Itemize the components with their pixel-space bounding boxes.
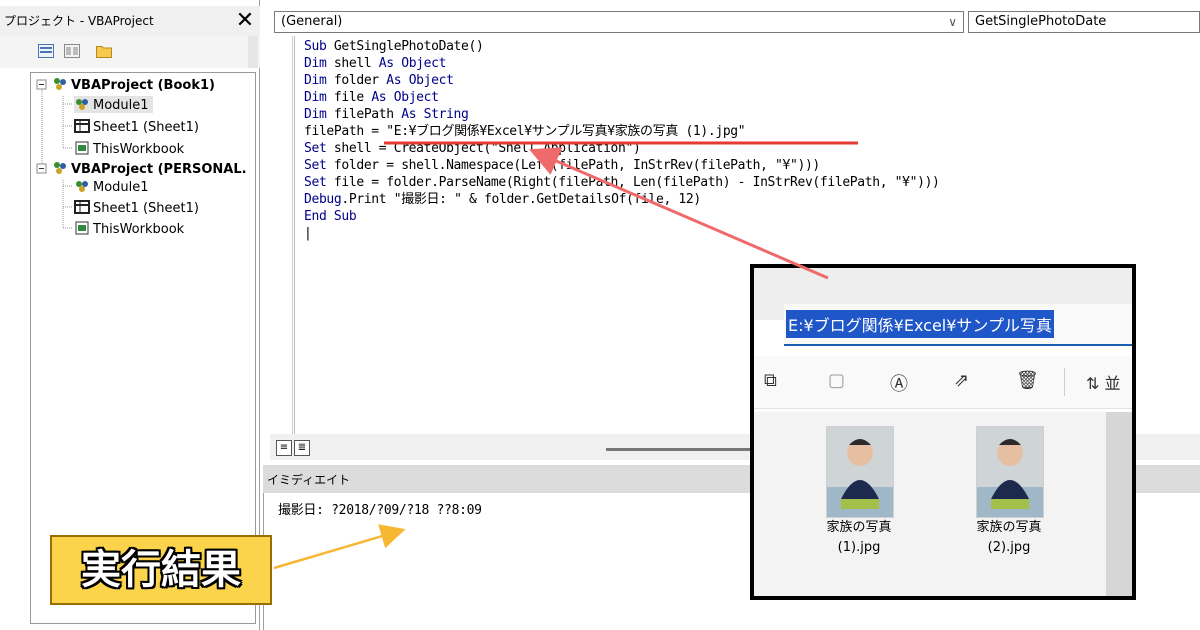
vbaproject-icon [54,78,66,90]
explorer-toolbar: ⧉ ▢ Ⓐ ⇗ 🗑 ⇅ 並 [754,356,1132,409]
vbe-window: プロジェクト - VBAProject ✕ VBAProject (Book1)… [0,0,1200,630]
photo-thumbnail-1[interactable] [826,426,894,518]
sheet-icon [74,200,90,214]
immediate-output: 撮影日: ?2018/?09/?18 ??8:09 [278,503,482,518]
sort-label: 並 [1104,374,1121,393]
explorer-file-grid: 家族の写真 (1).jpg 家族の写真 (2).jpg [754,412,1132,596]
tree-node-module1-book1[interactable]: Module1 [74,96,153,113]
code-window-header: (General) ∨ GetSinglePhotoDate [270,11,1200,33]
copy-icon[interactable]: ⧉ [764,370,777,391]
tree-node-label: Module1 [93,180,149,195]
text-cursor: | [304,226,312,241]
procedure-combobox-value: GetSinglePhotoDate [975,14,1107,29]
tree-node-vbaproject-book1[interactable]: VBAProject (Book1) [52,76,215,93]
photo-name-2[interactable]: 家族の写真 (2).jpg [954,518,1064,558]
tree-node-label: VBAProject (PERSONAL. [71,162,247,177]
address-path: E:¥ブログ関係¥Excel¥サンプル写真 [786,310,1054,338]
code-line[interactable]: Set shell = CreateObject("Shell.Applicat… [304,140,641,157]
next-item-edge [1106,412,1132,596]
immediate-window-title: イミディエイト [267,473,351,487]
code-line[interactable]: Dim folder As Object [304,72,454,89]
code-line[interactable]: Debug.Print "撮影日: " & folder.GetDetailsO… [304,191,701,208]
tree-node-label: Sheet1 (Sheet1) [93,201,199,216]
code-line[interactable]: Sub GetSinglePhotoDate() [304,38,484,55]
address-bar[interactable]: E:¥ブログ関係¥Excel¥サンプル写真 [784,304,1132,346]
tree-node-label: ThisWorkbook [93,142,185,157]
procedure-view-button[interactable]: ≡ [276,440,292,456]
tree-node-vbaproject-personal[interactable]: VBAProject (PERSONAL. [52,160,247,177]
object-combobox-value: (General) [281,14,343,29]
workbook-icon [75,221,89,235]
code-line[interactable]: End Sub [304,208,357,225]
tree-node-thisworkbook-book1[interactable]: ThisWorkbook [74,140,184,157]
photo-name-1[interactable]: 家族の写真 (1).jpg [804,518,914,558]
tree-node-label: Module1 [93,98,149,113]
horizontal-scrollbar-thumb[interactable] [606,448,756,451]
code-line[interactable]: Dim file As Object [304,89,439,106]
paste-icon[interactable]: ▢ [828,370,845,391]
module-icon [76,99,88,110]
sheet-icon [74,119,90,133]
rename-icon[interactable]: Ⓐ [890,370,908,396]
object-combobox[interactable]: (General) ∨ [274,11,964,33]
delete-icon[interactable]: 🗑 [1016,370,1039,391]
share-icon[interactable]: ⇗ [954,370,969,391]
module-icon [76,181,88,192]
tree-node-label: Sheet1 (Sheet1) [93,120,199,135]
tree-node-sheet1-book1[interactable]: Sheet1 (Sheet1) [74,118,199,135]
tree-node-label: VBAProject (Book1) [71,78,215,93]
tree-node-module1-personal[interactable]: Module1 [74,178,149,195]
photo-name-1-line2: (1).jpg [837,540,881,555]
photo-name-2-line1: 家族の写真 [976,520,1042,535]
chevron-down-icon[interactable]: ∨ [948,12,957,32]
photo-name-2-line2: (2).jpg [987,540,1031,555]
workbook-icon [75,141,89,155]
tree-node-label: ThisWorkbook [93,222,185,237]
code-margin-indicator-bar [270,36,293,434]
code-line[interactable]: Dim filePath As String [304,106,469,123]
code-line[interactable]: Set folder = shell.Namespace(Left(filePa… [304,157,820,174]
code-line[interactable]: Dim shell As Object [304,55,446,72]
code-line[interactable]: filePath = "E:¥ブログ関係¥Excel¥サンプル写真¥家族の写真 … [304,123,746,140]
code-line[interactable]: Set file = folder.ParseName(Right(filePa… [304,174,940,191]
procedure-combobox[interactable]: GetSinglePhotoDate [968,11,1200,33]
full-module-view-button[interactable]: ≣ [294,440,310,456]
photo-thumbnail-2[interactable] [976,426,1044,518]
tree-node-sheet1-personal[interactable]: Sheet1 (Sheet1) [74,199,199,216]
sort-button[interactable]: ⇅ 並 [1086,370,1121,394]
file-explorer-inset: E:¥ブログ関係¥Excel¥サンプル写真 ⧉ ▢ Ⓐ ⇗ 🗑 ⇅ 並 家族の写… [750,264,1136,600]
photo-name-1-line1: 家族の写真 [826,520,892,535]
tree-node-thisworkbook-personal[interactable]: ThisWorkbook [74,220,184,237]
toolbar-divider [1064,368,1065,396]
result-callout-label: 実行結果 [50,535,272,605]
vbaproject-icon [54,162,66,174]
